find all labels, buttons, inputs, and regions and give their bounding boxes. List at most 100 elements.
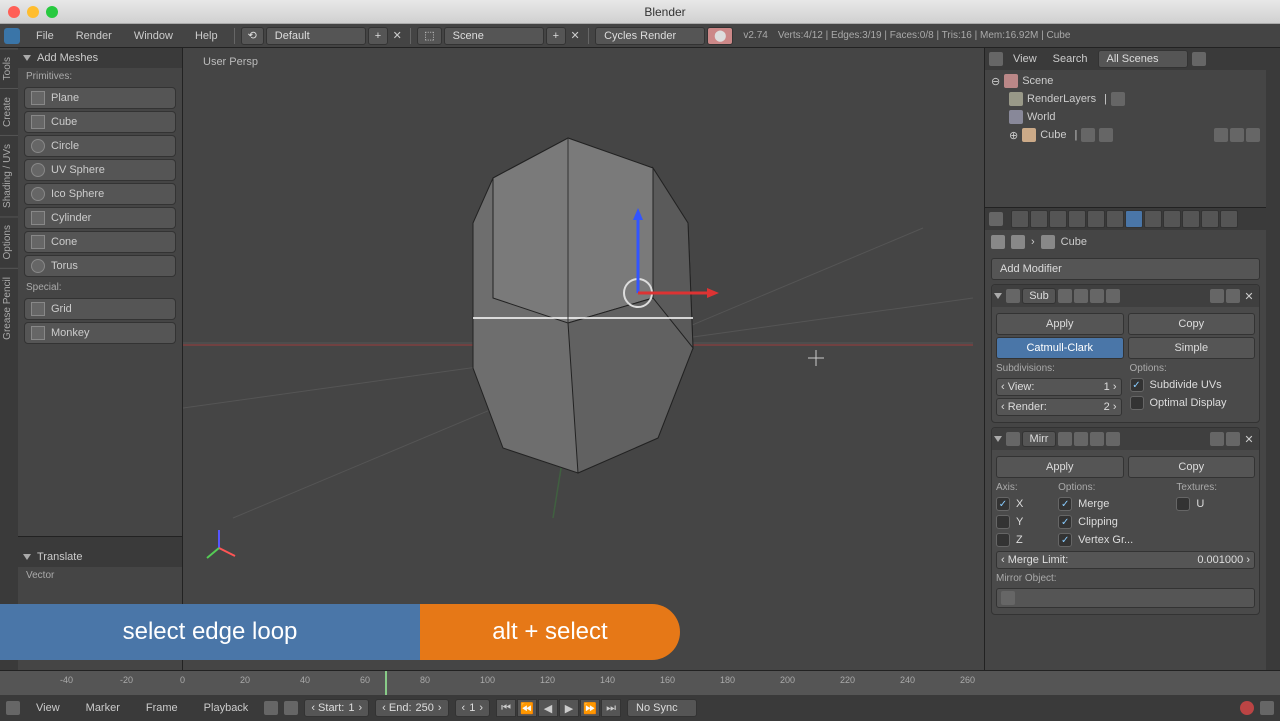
keying-set-icon[interactable] — [1260, 701, 1274, 715]
vertex-groups-checkbox[interactable] — [1058, 533, 1072, 547]
outliner-view-menu[interactable]: View — [1007, 51, 1043, 67]
cursor-icon[interactable] — [1230, 128, 1244, 142]
tab-tools[interactable]: Tools — [0, 48, 18, 88]
render-menu[interactable]: Render — [66, 28, 122, 44]
start-frame-field[interactable]: ‹ Start:1› — [304, 699, 369, 717]
particles-tab[interactable] — [1201, 210, 1219, 228]
mirror-object-field[interactable] — [996, 588, 1255, 608]
editor-type-icon[interactable] — [6, 701, 20, 715]
apply-button[interactable]: Apply — [996, 313, 1124, 335]
copy-button[interactable]: Copy — [1128, 313, 1256, 335]
current-frame-field[interactable]: ‹1› — [455, 699, 490, 717]
blender-icon[interactable] — [4, 28, 20, 44]
delete-modifier-button[interactable]: ✕ — [1242, 432, 1256, 446]
layout-remove-button[interactable]: ✕ — [390, 29, 404, 43]
render-visibility-icon[interactable] — [1058, 289, 1072, 303]
add-circle-button[interactable]: Circle — [24, 135, 176, 157]
render-subdivisions-field[interactable]: ‹ Render:2 › — [996, 398, 1122, 416]
layout-add-button[interactable]: + — [368, 27, 388, 45]
add-torus-button[interactable]: Torus — [24, 255, 176, 277]
modifier-name-field[interactable]: Sub — [1022, 288, 1056, 304]
screen-layout-select[interactable]: Default — [266, 27, 366, 45]
add-modifier-button[interactable]: Add Modifier — [991, 258, 1260, 280]
end-frame-field[interactable]: ‹ End:250› — [375, 699, 448, 717]
object-tab[interactable] — [1087, 210, 1105, 228]
move-down-icon[interactable] — [1226, 289, 1240, 303]
renderlayers-tab[interactable] — [1030, 210, 1048, 228]
tab-shading-uvs[interactable]: Shading / UVs — [0, 135, 18, 216]
constraints-tab[interactable] — [1106, 210, 1124, 228]
jump-start-button[interactable]: ⏮ — [496, 699, 516, 717]
physics-tab[interactable] — [1220, 210, 1238, 228]
add-cube-button[interactable]: Cube — [24, 111, 176, 133]
outliner-filter-select[interactable]: All Scenes — [1098, 50, 1188, 68]
scene-tab[interactable] — [1049, 210, 1067, 228]
viewport-visibility-icon[interactable] — [1074, 289, 1088, 303]
viewport-visibility-icon[interactable] — [1074, 432, 1088, 446]
file-menu[interactable]: File — [26, 28, 64, 44]
lock-icon[interactable] — [284, 701, 298, 715]
add-grid-button[interactable]: Grid — [24, 298, 176, 320]
timeline-ruler[interactable]: -40-200204060801001201401601802002202402… — [0, 671, 1280, 695]
keyframe-prev-button[interactable]: ⏪ — [517, 699, 537, 717]
cage-icon[interactable] — [1106, 432, 1120, 446]
move-up-icon[interactable] — [1210, 432, 1224, 446]
image-icon[interactable] — [1111, 92, 1125, 106]
modifier-name-field[interactable]: Mirr — [1022, 431, 1056, 447]
modifiers-tab[interactable] — [1125, 210, 1143, 228]
add-uvsphere-button[interactable]: UV Sphere — [24, 159, 176, 181]
scene-select[interactable]: Scene — [444, 27, 544, 45]
tab-options[interactable]: Options — [0, 216, 18, 267]
add-meshes-header[interactable]: Add Meshes — [18, 48, 182, 68]
texture-tab[interactable] — [1182, 210, 1200, 228]
merge-checkbox[interactable] — [1058, 497, 1072, 511]
axis-x-checkbox[interactable] — [996, 497, 1010, 511]
timeline-frame-menu[interactable]: Frame — [136, 700, 188, 716]
viewport-canvas[interactable] — [183, 48, 984, 670]
catmull-clark-button[interactable]: Catmull-Clark — [996, 337, 1124, 359]
world-tab[interactable] — [1068, 210, 1086, 228]
translate-header[interactable]: Translate — [18, 547, 183, 567]
timeline-playback-menu[interactable]: Playback — [194, 700, 259, 716]
render-tab[interactable] — [1011, 210, 1029, 228]
delete-modifier-button[interactable]: ✕ — [1242, 289, 1256, 303]
object-picker-icon[interactable] — [1001, 591, 1015, 605]
play-button[interactable]: ▶ — [559, 699, 579, 717]
tab-grease-pencil[interactable]: Grease Pencil — [0, 268, 18, 348]
editor-type-icon[interactable] — [989, 212, 1003, 226]
properties-scrollbar[interactable] — [1266, 48, 1280, 670]
render-engine-select[interactable]: Cycles Render — [595, 27, 705, 45]
merge-limit-field[interactable]: ‹ Merge Limit:0.001000 › — [996, 551, 1255, 569]
texture-u-checkbox[interactable] — [1176, 497, 1190, 511]
timeline-view-menu[interactable]: View — [26, 700, 70, 716]
copy-button[interactable]: Copy — [1128, 456, 1256, 478]
simple-button[interactable]: Simple — [1128, 337, 1256, 359]
mesh-data-icon[interactable] — [1081, 128, 1095, 142]
sync-mode-select[interactable]: No Sync — [627, 699, 697, 717]
collapse-icon[interactable] — [994, 436, 1002, 442]
camera-render-icon[interactable] — [1246, 128, 1260, 142]
outliner-tree[interactable]: ⊖Scene RenderLayers| World ⊕Cube| — [985, 70, 1266, 146]
window-menu[interactable]: Window — [124, 28, 183, 44]
timeline-marker-menu[interactable]: Marker — [76, 700, 130, 716]
current-frame-marker[interactable] — [385, 671, 387, 695]
view-subdivisions-field[interactable]: ‹ View:1 › — [996, 378, 1122, 396]
modifier-icon[interactable] — [1099, 128, 1113, 142]
help-menu[interactable]: Help — [185, 28, 228, 44]
keyframe-next-button[interactable]: ⏩ — [580, 699, 600, 717]
add-icosphere-button[interactable]: Ico Sphere — [24, 183, 176, 205]
tab-create[interactable]: Create — [0, 88, 18, 135]
minimize-window-button[interactable] — [27, 6, 39, 18]
collapse-icon[interactable] — [994, 293, 1002, 299]
apply-button[interactable]: Apply — [996, 456, 1124, 478]
axis-y-checkbox[interactable] — [996, 515, 1010, 529]
scene-add-button[interactable]: + — [546, 27, 566, 45]
editor-type-icon[interactable] — [989, 52, 1003, 66]
cage-icon[interactable] — [1106, 289, 1120, 303]
editmode-visibility-icon[interactable] — [1090, 289, 1104, 303]
close-window-button[interactable] — [8, 6, 20, 18]
subdivide-uvs-checkbox[interactable] — [1130, 378, 1144, 392]
play-reverse-button[interactable]: ◀ — [538, 699, 558, 717]
add-plane-button[interactable]: Plane — [24, 87, 176, 109]
add-cylinder-button[interactable]: Cylinder — [24, 207, 176, 229]
